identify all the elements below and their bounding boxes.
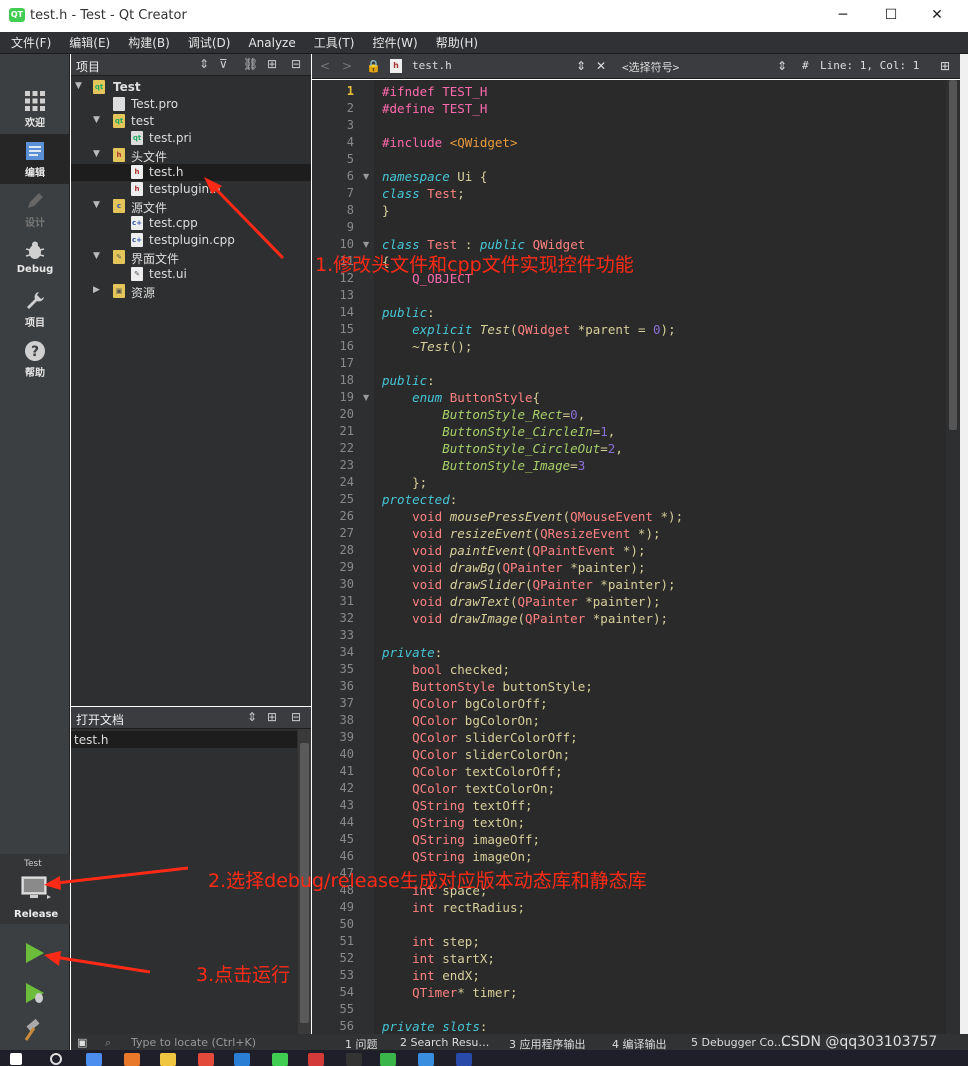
annotation-arrowhead-2 [44, 876, 61, 890]
annotation-arrow-3 [47, 954, 151, 974]
annotation-arrowhead-3 [44, 951, 61, 966]
annotation-arrow-1 [208, 181, 285, 260]
annotation-arrow-2 [47, 866, 189, 886]
annotation-step-2: 2.选择debug/release生成对应版本动态库和静态库 [208, 870, 647, 892]
annotation-step-1: 1.修改头文件和cpp文件实现控件功能 [315, 254, 634, 276]
annotation-arrows [44, 177, 285, 974]
annotation-step-3: 3.点击运行 [196, 964, 291, 986]
